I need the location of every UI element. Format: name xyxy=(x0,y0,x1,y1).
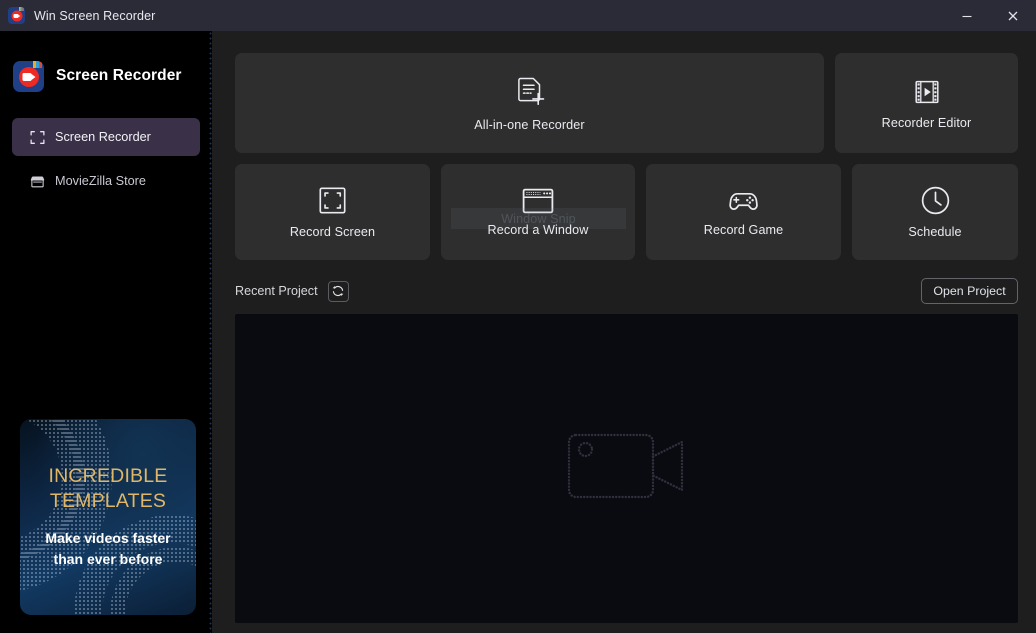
video-camera-outline-icon xyxy=(566,420,688,512)
document-plus-icon xyxy=(513,75,547,109)
card-label: Record a Window xyxy=(487,222,589,237)
recent-project-bar: Recent Project Open Project xyxy=(235,268,1018,314)
screen-recorder-logo-icon xyxy=(8,7,25,24)
promo-banner[interactable]: INCREDIBLE TEMPLATES Make videos faster … xyxy=(20,419,196,615)
minimize-button[interactable] xyxy=(944,0,990,31)
open-project-button[interactable]: Open Project xyxy=(921,278,1018,304)
sidebar-nav: Screen Recorder MovieZilla Store xyxy=(0,118,212,200)
screen-recorder-logo-icon xyxy=(13,60,44,92)
title-bar: Win Screen Recorder xyxy=(0,0,1036,31)
crop-frame-icon xyxy=(317,185,348,216)
sidebar-item-screen-recorder[interactable]: Screen Recorder xyxy=(12,118,200,156)
promo-headline-line2: TEMPLATES xyxy=(49,490,167,512)
recent-project-title: Recent Project xyxy=(235,284,318,298)
gamepad-icon xyxy=(727,188,760,214)
sidebar: Screen Recorder Screen Recorder MovieZil… xyxy=(0,31,212,633)
card-label: Recorder Editor xyxy=(881,115,972,130)
recorder-editor-card[interactable]: Recorder Editor xyxy=(835,53,1018,153)
sidebar-item-label: Screen Recorder xyxy=(55,130,151,144)
browser-window-icon xyxy=(522,188,554,214)
brand: Screen Recorder xyxy=(0,31,212,97)
card-label: Record Screen xyxy=(289,225,376,239)
primary-card-row: All-in-one Recorder Recorder Editor xyxy=(235,53,1018,153)
refresh-button[interactable] xyxy=(327,280,349,302)
card-label: Record Game xyxy=(703,222,784,237)
schedule-card[interactable]: Schedule xyxy=(852,164,1018,260)
record-screen-card[interactable]: Record Screen xyxy=(235,164,430,260)
sidebar-item-moviezilla-store[interactable]: MovieZilla Store xyxy=(12,162,200,200)
window-controls xyxy=(944,0,1036,31)
main-content: All-in-one Recorder Recorder Editor Reco… xyxy=(212,31,1036,633)
promo-subtitle-line1: Make videos faster xyxy=(45,530,171,546)
sidebar-item-label: MovieZilla Store xyxy=(55,174,146,188)
promo-headline-line1: INCREDIBLE xyxy=(48,465,168,487)
card-label: All-in-one Recorder xyxy=(474,117,585,132)
clock-icon xyxy=(920,185,951,216)
card-label: Schedule xyxy=(908,225,962,239)
record-game-card[interactable]: Record Game xyxy=(646,164,841,260)
crop-frame-icon xyxy=(29,129,45,145)
all-in-one-recorder-card[interactable]: All-in-one Recorder xyxy=(235,53,824,153)
secondary-card-row: Record Screen Window Snip Record a Windo… xyxy=(235,164,1018,260)
promo-subtitle-line2: than ever before xyxy=(53,551,163,567)
recent-project-area[interactable] xyxy=(235,314,1018,623)
close-button[interactable] xyxy=(990,0,1036,31)
app-window: Win Screen Recorder Screen Recorder Scre… xyxy=(0,0,1036,633)
brand-name: Screen Recorder xyxy=(56,67,182,84)
window-body: Screen Recorder Screen Recorder MovieZil… xyxy=(0,31,1036,633)
sidebar-divider xyxy=(209,31,212,633)
storefront-icon xyxy=(29,173,45,189)
record-a-window-card[interactable]: Window Snip Record a Window xyxy=(441,164,635,260)
refresh-icon xyxy=(331,284,345,298)
film-strip-play-icon xyxy=(912,77,942,107)
window-title: Win Screen Recorder xyxy=(34,8,156,23)
